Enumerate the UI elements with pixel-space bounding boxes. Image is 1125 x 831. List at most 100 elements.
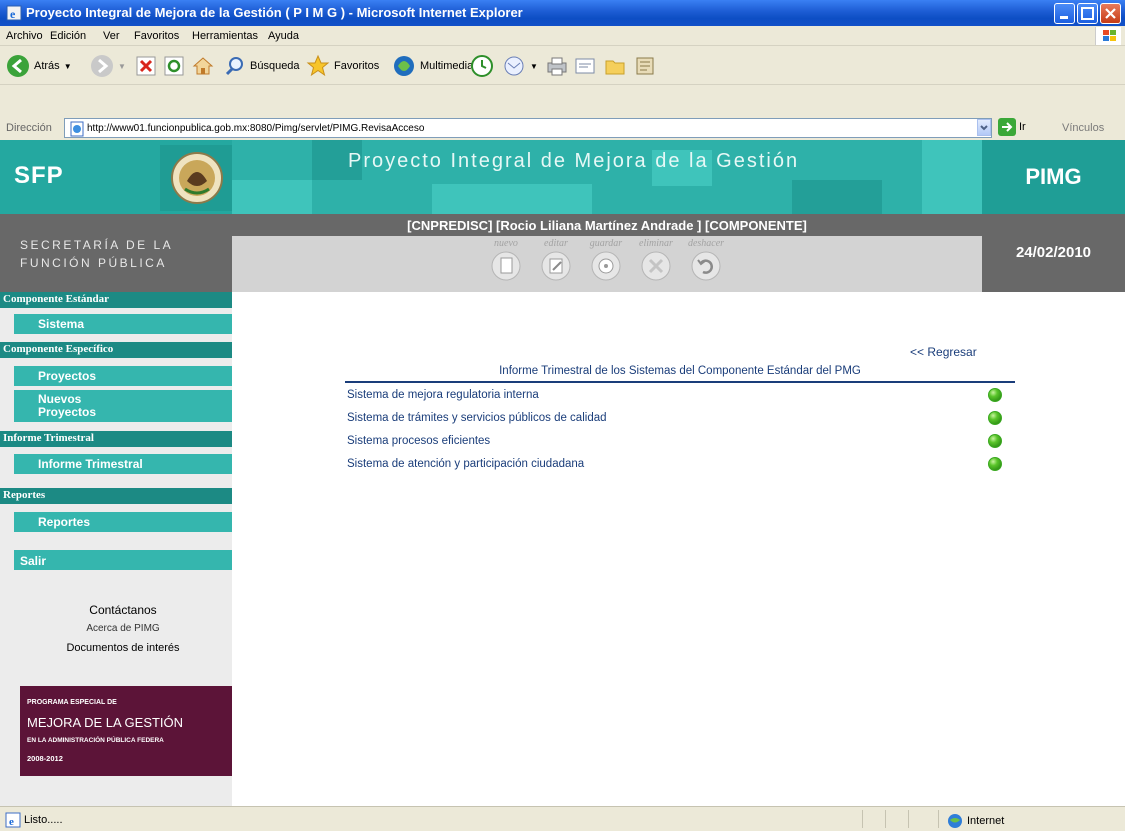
- row-label: Sistema de mejora regulatoria interna: [347, 389, 539, 401]
- back-link[interactable]: << Regresar: [910, 345, 977, 359]
- menu-bar: Archivo Edición Ver Favoritos Herramient…: [0, 26, 1125, 46]
- menu-ver[interactable]: Ver: [103, 30, 120, 42]
- nav-nuevos-line2: Proyectos: [38, 405, 97, 419]
- folder-icon: [605, 60, 625, 75]
- windows-logo-icon: [1095, 27, 1121, 45]
- url-input[interactable]: http://www01.funcionpublica.gob.mx:8080/…: [64, 118, 992, 138]
- url-text: http://www01.funcionpublica.gob.mx:8080/…: [87, 123, 425, 134]
- nav-nuevos-proyectos-label: Nuevos Proyectos: [38, 393, 96, 419]
- nav-reportes[interactable]: Reportes: [14, 512, 232, 532]
- address-label: Dirección: [6, 122, 52, 134]
- media-label: Multimedia: [420, 60, 474, 72]
- go-button[interactable]: Ir: [998, 118, 1026, 136]
- report-row[interactable]: Sistema de trámites y servicios públicos…: [347, 409, 1007, 431]
- save-disk-icon: [591, 251, 621, 281]
- delete-button[interactable]: eliminar: [632, 238, 680, 290]
- links-label[interactable]: Vínculos: [1062, 122, 1104, 134]
- address-bar: Dirección http://www01.funcionpublica.go…: [0, 116, 1125, 140]
- close-button[interactable]: [1100, 3, 1121, 24]
- status-ok-icon: [988, 388, 1002, 402]
- title-rule: [345, 381, 1015, 383]
- report-row[interactable]: Sistema de mejora regulatoria interna: [347, 386, 1007, 408]
- mail-icon: [504, 56, 524, 76]
- programa-line3: EN LA ADMINISTRACIÓN PÚBLICA FEDERA: [27, 737, 164, 744]
- nav-informe-trimestral[interactable]: Informe Trimestral: [14, 454, 232, 474]
- address-dropdown[interactable]: [977, 119, 991, 136]
- favorites-button[interactable]: Favoritos: [306, 53, 379, 79]
- report-row[interactable]: Sistema procesos eficientes: [347, 432, 1007, 454]
- go-arrow-icon: [998, 118, 1016, 136]
- save-button[interactable]: guardar: [582, 238, 630, 290]
- research-button[interactable]: [634, 53, 656, 79]
- page-loaded-icon: e: [5, 812, 21, 828]
- secretaria-line1: SECRETARÍA DE LA: [20, 238, 174, 252]
- status-bar: e Listo..... Internet: [0, 806, 1125, 831]
- forward-button[interactable]: ▼: [90, 53, 126, 79]
- programa-banner[interactable]: PROGRAMA ESPECIAL DE MEJORA DE LA GESTIÓ…: [20, 686, 232, 776]
- refresh-icon: [164, 56, 184, 76]
- status-divider: [862, 810, 863, 828]
- edit-button[interactable]: [574, 53, 596, 79]
- favorites-label: Favoritos: [334, 60, 380, 72]
- nav-salir[interactable]: Salir: [14, 550, 232, 570]
- mail-button[interactable]: ▼: [502, 53, 538, 79]
- print-button[interactable]: [546, 53, 568, 79]
- folder-button[interactable]: [604, 53, 626, 79]
- security-zone[interactable]: Internet: [947, 813, 1004, 829]
- history-button[interactable]: [470, 53, 494, 79]
- undo-button[interactable]: deshacer: [682, 238, 730, 290]
- banner-title: Proyecto Integral de Mejora de la Gestió…: [348, 150, 800, 172]
- programa-line4: 2008-2012: [27, 754, 63, 763]
- menu-herramientas[interactable]: Herramientas: [192, 30, 258, 42]
- web-page: SFP Proyecto Integral de Mejora de la Ge…: [0, 140, 1125, 806]
- nav-sistema[interactable]: Sistema: [14, 314, 232, 334]
- stop-icon: [136, 56, 156, 76]
- back-label: Atrás: [34, 60, 60, 72]
- menu-favoritos[interactable]: Favoritos: [134, 30, 179, 42]
- status-divider: [885, 810, 886, 828]
- window-title: Proyecto Integral de Mejora de la Gestió…: [26, 5, 523, 20]
- maximize-icon: [1081, 7, 1094, 20]
- section-componente-especifico: Componente Específico: [0, 342, 232, 358]
- nav-informe-label: Informe Trimestral: [38, 457, 143, 471]
- back-button[interactable]: Atrás ▼: [6, 53, 72, 79]
- row-label: Sistema procesos eficientes: [347, 435, 491, 447]
- report-row[interactable]: Sistema de atención y participación ciud…: [347, 455, 1007, 477]
- search-button[interactable]: Búsqueda: [224, 53, 300, 79]
- minimize-icon: [1060, 16, 1068, 19]
- new-button[interactable]: nuevo: [482, 238, 530, 290]
- nav-nuevos-proyectos[interactable]: Nuevos Proyectos: [14, 390, 232, 422]
- status-text: Listo.....: [24, 814, 63, 826]
- media-button[interactable]: Multimedia: [392, 53, 473, 79]
- nav-proyectos[interactable]: Proyectos: [14, 366, 232, 386]
- menu-ayuda[interactable]: Ayuda: [268, 30, 299, 42]
- new-document-icon: [491, 251, 521, 281]
- search-label: Búsqueda: [250, 60, 300, 72]
- edit-page-icon: [575, 58, 595, 74]
- report-title: Informe Trimestral de los Sistemas del C…: [499, 365, 861, 377]
- link-documentos[interactable]: Documentos de interés: [14, 642, 232, 654]
- banner: Proyecto Integral de Mejora de la Gestió…: [232, 140, 982, 214]
- refresh-button[interactable]: [164, 53, 184, 79]
- delete-label: eliminar: [639, 238, 673, 249]
- status-divider: [938, 810, 939, 828]
- site-header: SFP Proyecto Integral de Mejora de la Ge…: [0, 140, 1125, 214]
- menu-archivo[interactable]: Archivo: [6, 30, 43, 42]
- home-icon: [192, 57, 214, 75]
- edit-record-button[interactable]: editar: [532, 238, 580, 290]
- close-icon: [1105, 8, 1116, 19]
- user-info: [CNPREDISC] [Rocio Liliana Martínez Andr…: [407, 218, 807, 233]
- maximize-button[interactable]: [1077, 3, 1098, 24]
- status-ok-icon: [988, 434, 1002, 448]
- link-acerca[interactable]: Acerca de PIMG: [14, 623, 232, 634]
- ie-icon: e: [6, 5, 22, 21]
- go-label: Ir: [1019, 121, 1026, 133]
- undo-icon: [691, 251, 721, 281]
- save-label: guardar: [589, 238, 623, 249]
- toolbar: Atrás ▼ ▼ Búsqueda Favoritos Multimedia: [0, 47, 1125, 85]
- link-contactanos[interactable]: Contáctanos: [14, 603, 232, 617]
- minimize-button[interactable]: [1054, 3, 1075, 24]
- menu-edicion[interactable]: Edición: [50, 30, 86, 42]
- home-button[interactable]: [192, 53, 214, 79]
- stop-button[interactable]: [136, 53, 156, 79]
